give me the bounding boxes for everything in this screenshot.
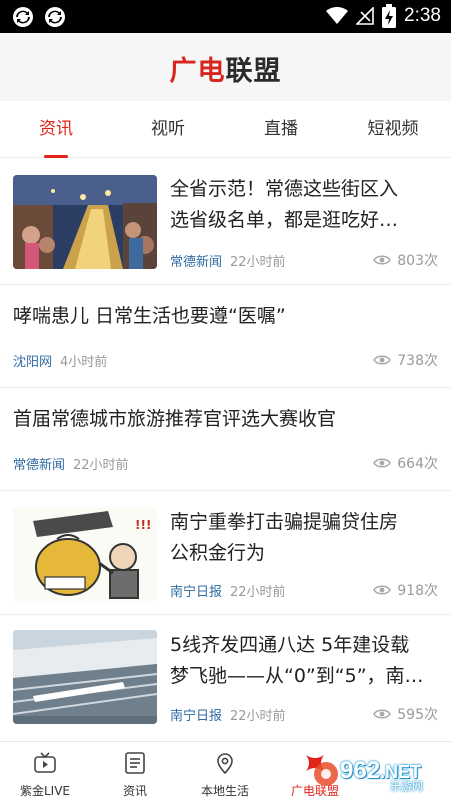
nav-label: 本地生活: [200, 784, 249, 798]
logo-red-text: 广电: [169, 56, 226, 87]
news-item[interactable]: 全省示范！常德这些街区入 选省级名单，都是逛吃好… 常德新闻 22小时前 803…: [0, 158, 451, 285]
view-count-text: 595次: [397, 707, 438, 723]
tab-short-video[interactable]: 短视频: [337, 101, 449, 158]
news-time: 22小时前: [230, 255, 286, 270]
eye-icon: [373, 709, 392, 719]
news-title: 哮喘患儿 日常生活也要遵“医嘱”: [13, 301, 438, 332]
category-tabs: 资讯 视听 直播 短视频: [0, 101, 451, 158]
eye-icon: [373, 255, 392, 265]
view-count: 803次: [373, 250, 438, 270]
news-time: 4小时前: [60, 355, 108, 370]
battery-charging-icon: [382, 4, 397, 28]
nav-label: 资讯: [122, 784, 147, 798]
news-item[interactable]: 哮喘患儿 日常生活也要遵“医嘱” 沈阳网 4小时前 738次: [0, 285, 451, 388]
news-title-line: 首届常德城市旅游推荐官评选大赛收官: [13, 408, 337, 430]
news-source: 南宁日报: [170, 709, 223, 724]
nav-news[interactable]: 资讯: [90, 742, 180, 803]
no-signal-icon: [356, 7, 374, 25]
tab-label: 视听: [151, 119, 185, 139]
news-meta: 沈阳网 4小时前: [13, 351, 107, 370]
eye-icon: [373, 355, 392, 365]
tab-news[interactable]: 资讯: [0, 101, 112, 158]
news-feed: 全省示范！常德这些街区入 选省级名单，都是逛吃好… 常德新闻 22小时前 803…: [0, 158, 451, 740]
news-title-line: 全省示范！常德这些街区入: [170, 178, 399, 200]
location-pin-icon: [217, 753, 233, 775]
nav-label: 紫金LIVE: [19, 784, 71, 798]
view-count: 595次: [373, 704, 438, 724]
app-header: 广电联盟: [0, 33, 451, 101]
tab-label: 直播: [264, 119, 298, 139]
wifi-icon: [326, 7, 349, 24]
news-title-line: 南宁重拳打击骗提骗贷住房: [170, 511, 399, 533]
news-title-line: 选省级名单，都是逛吃好…: [170, 209, 399, 231]
status-bar: 2:38: [0, 0, 451, 33]
news-source: 常德新闻: [13, 458, 66, 473]
news-source: 沈阳网: [13, 355, 53, 370]
news-title-line: 公积金行为: [170, 542, 266, 564]
news-title-line: 5线齐发四通八达 5年建设载: [170, 634, 410, 656]
clock: 2:38: [404, 5, 441, 26]
tab-label: 短视频: [367, 119, 419, 139]
news-title-line: 哮喘患儿 日常生活也要遵“医嘱”: [13, 305, 286, 327]
news-meta: 南宁日报 22小时前: [170, 705, 286, 724]
tv-icon: [34, 752, 56, 773]
view-count-text: 918次: [397, 583, 438, 599]
news-meta: 常德新闻 22小时前: [13, 454, 129, 473]
logo-dark-text: 联盟: [225, 56, 282, 87]
railway-station-aerial-photo: [13, 630, 157, 724]
news-meta: 南宁日报 22小时前: [170, 581, 286, 600]
night-street-crowd-photo: [13, 175, 157, 269]
app-logo: 广电联盟: [0, 49, 451, 88]
news-source: 常德新闻: [170, 255, 223, 270]
news-list-icon: [125, 752, 145, 774]
news-title: 5线齐发四通八达 5年建设载 梦飞驰——从“0”到“5”，南…: [170, 630, 440, 692]
news-source: 南宁日报: [170, 585, 223, 600]
news-item[interactable]: !!! 南宁重拳打击骗提骗贷住房 公积金行为 南宁日报 22小时前 918次: [0, 491, 451, 615]
news-item[interactable]: 5线齐发四通八达 5年建设载 梦飞驰——从“0”到“5”，南… 南宁日报 22小…: [0, 615, 451, 740]
money-bag-cartoon: !!!: [13, 507, 157, 601]
sync-icon: [45, 7, 65, 27]
view-count: 738次: [373, 350, 438, 370]
news-title: 南宁重拳打击骗提骗贷住房 公积金行为: [170, 507, 440, 569]
view-count: 664次: [373, 453, 438, 473]
view-count-text: 738次: [397, 353, 438, 369]
tab-label: 资讯: [39, 119, 73, 139]
news-title: 全省示范！常德这些街区入 选省级名单，都是逛吃好…: [170, 174, 440, 236]
sync-icon: [13, 7, 33, 27]
tab-live[interactable]: 直播: [225, 101, 337, 158]
news-time: 22小时前: [73, 458, 129, 473]
watermark-subtext: 乐游网: [390, 780, 423, 793]
watermark-number: 962: [340, 757, 381, 784]
view-count-text: 664次: [397, 456, 438, 472]
eye-icon: [373, 458, 392, 468]
news-title-line: 梦飞驰——从“0”到“5”，南…: [170, 665, 424, 687]
svg-text:!!!: !!!: [135, 518, 151, 532]
view-count: 918次: [373, 580, 438, 600]
view-count-text: 803次: [397, 253, 438, 269]
news-time: 22小时前: [230, 585, 286, 600]
nav-zijin-live[interactable]: 紫金LIVE: [0, 742, 90, 803]
news-meta: 常德新闻 22小时前: [170, 251, 286, 270]
news-time: 22小时前: [230, 709, 286, 724]
nav-local-life[interactable]: 本地生活: [180, 742, 270, 803]
news-title: 首届常德城市旅游推荐官评选大赛收官: [13, 404, 438, 435]
eye-icon: [373, 585, 392, 595]
tab-audio-video[interactable]: 视听: [112, 101, 224, 158]
news-item[interactable]: 首届常德城市旅游推荐官评选大赛收官 常德新闻 22小时前 664次: [0, 388, 451, 491]
